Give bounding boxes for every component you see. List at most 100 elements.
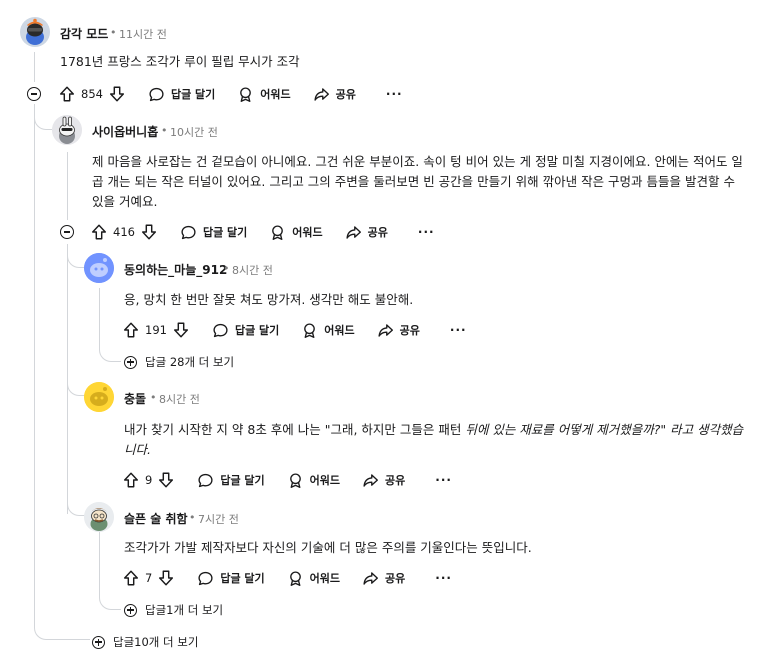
downvote-icon[interactable] [172,321,190,339]
comment-author[interactable]: 동의하는_마늘_912 [124,261,227,278]
share-button[interactable]: 공유 [362,570,405,587]
reply-button[interactable]: 답글 달기 [212,322,279,339]
award-button[interactable]: 어워드 [287,570,340,587]
more-options-button[interactable]: ··· [418,225,435,239]
separator-dot: • [161,124,168,137]
thread-connector [99,530,121,610]
share-button[interactable]: 공유 [313,86,356,103]
comment-time[interactable]: 8시간 전 [159,391,200,407]
reply-button[interactable]: 답글 달기 [197,570,265,587]
comment-actions: 854 답글 달기 어워드 공유 ··· [58,82,403,106]
more-replies-label: 답글10개 더 보기 [113,635,199,649]
thread-connector [67,490,85,516]
more-options-button[interactable]: ··· [386,87,403,101]
downvote-icon[interactable] [157,471,175,489]
award-icon [269,224,286,241]
snoo-default-icon [84,253,114,283]
avatar[interactable] [84,382,114,412]
avatar[interactable] [84,502,114,532]
comment-author[interactable]: 감각 모드 [60,25,108,42]
comment-author[interactable]: 사이옵버니홉 [92,123,158,140]
comment-body: 응, 망치 한 번만 잘못 쳐도 망가져. 생각만 해도 불안해. [124,292,414,307]
separator-dot: • [110,26,117,39]
award-button[interactable]: 어워드 [301,322,355,339]
share-icon [362,570,379,587]
upvote-icon[interactable] [122,569,140,587]
reply-icon [197,472,214,489]
more-replies-label: 답글 28개 더 보기 [145,355,235,369]
comment-body: 내가 찾기 시작한 지 약 8초 후에 나는 "그래, 하지만 그들은 패턴 뒤… [124,420,752,460]
share-button[interactable]: 공유 [345,224,388,241]
more-options-button[interactable]: ··· [450,323,467,337]
comment-body: 1781년 프랑스 조각가 루이 필립 무시가 조각 [60,54,300,69]
avatar[interactable] [84,253,114,283]
more-replies-link[interactable]: 답글10개 더 보기 [92,634,198,650]
thread-connector [34,104,54,130]
comment-time[interactable]: 10시간 전 [170,124,218,140]
comment-author[interactable]: 슬픈 술 취함 [124,510,188,527]
downvote-icon[interactable] [108,85,126,103]
award-button[interactable]: 어워드 [269,224,323,241]
vote-count: 191 [145,323,167,337]
downvote-icon[interactable] [157,569,175,587]
comment-author[interactable]: 충돌 [124,390,146,407]
award-icon [287,570,304,587]
more-options-button[interactable]: ··· [435,473,452,487]
comment-body: 조각가가 가발 제작자보다 자신의 기술에 더 많은 주의를 기울인다는 뜻입니… [124,540,532,555]
plus-circle-icon [92,635,105,649]
more-options-button[interactable]: ··· [435,571,452,585]
comment-body: 제 마음을 사로잡는 건 겉모습이 아니에요. 그건 쉬운 부분이죠. 속이 텅… [92,154,743,209]
upvote-icon[interactable] [58,85,76,103]
comment-actions: 191 답글 달기 어워드 공유 ··· [122,318,467,342]
share-icon [345,224,362,241]
collapse-thread-button[interactable] [27,87,41,101]
upvote-icon[interactable] [90,223,108,241]
snoo-default-icon [84,382,114,412]
snoo-avatar-icon [84,502,114,532]
comment-time[interactable]: 7시간 전 [198,511,239,527]
avatar[interactable] [20,17,50,47]
reply-icon [212,322,229,339]
award-icon [287,472,304,489]
snoo-avatar-icon [52,115,82,145]
thread-connector [34,604,90,640]
upvote-icon[interactable] [122,321,140,339]
thread-connector [99,336,121,362]
thread-line-root-lower [34,104,35,624]
vote-count: 9 [145,473,153,487]
snoo-avatar-icon [20,17,50,47]
plus-circle-icon [124,603,137,617]
share-button[interactable]: 공유 [362,472,405,489]
avatar[interactable] [52,115,82,145]
thread-connector [67,244,85,268]
more-replies-link[interactable]: 답글 28개 더 보기 [124,354,234,370]
more-replies-link[interactable]: 답글1개 더 보기 [124,602,223,618]
comment-actions: 7 답글 달기 어워드 공유 ··· [122,566,452,590]
reply-button[interactable]: 답글 달기 [197,472,265,489]
award-button[interactable]: 어워드 [287,472,340,489]
vote-count: 854 [81,87,103,101]
share-icon [313,86,330,103]
separator-dot: • [223,262,230,275]
share-button[interactable]: 공유 [377,322,420,339]
award-icon [301,322,318,339]
award-button[interactable]: 어워드 [237,86,291,103]
comment-time[interactable]: 11시간 전 [119,26,167,42]
thread-line-root [34,52,35,82]
thread-connector [67,360,85,396]
collapse-thread-button[interactable] [60,225,74,239]
share-icon [377,322,394,339]
upvote-icon[interactable] [122,471,140,489]
reply-icon [148,86,165,103]
award-icon [237,86,254,103]
comment-actions: 416 답글 달기 어워드 공유 ··· [90,220,435,244]
separator-dot: • [150,391,157,404]
comment-time[interactable]: 8시간 전 [232,262,273,278]
reply-button[interactable]: 답글 달기 [148,86,215,103]
reply-button[interactable]: 답글 달기 [180,224,247,241]
reply-icon [197,570,214,587]
reply-icon [180,224,197,241]
downvote-icon[interactable] [140,223,158,241]
comment-actions: 9 답글 달기 어워드 공유 ··· [122,468,452,492]
thread-line-level2 [67,152,68,220]
